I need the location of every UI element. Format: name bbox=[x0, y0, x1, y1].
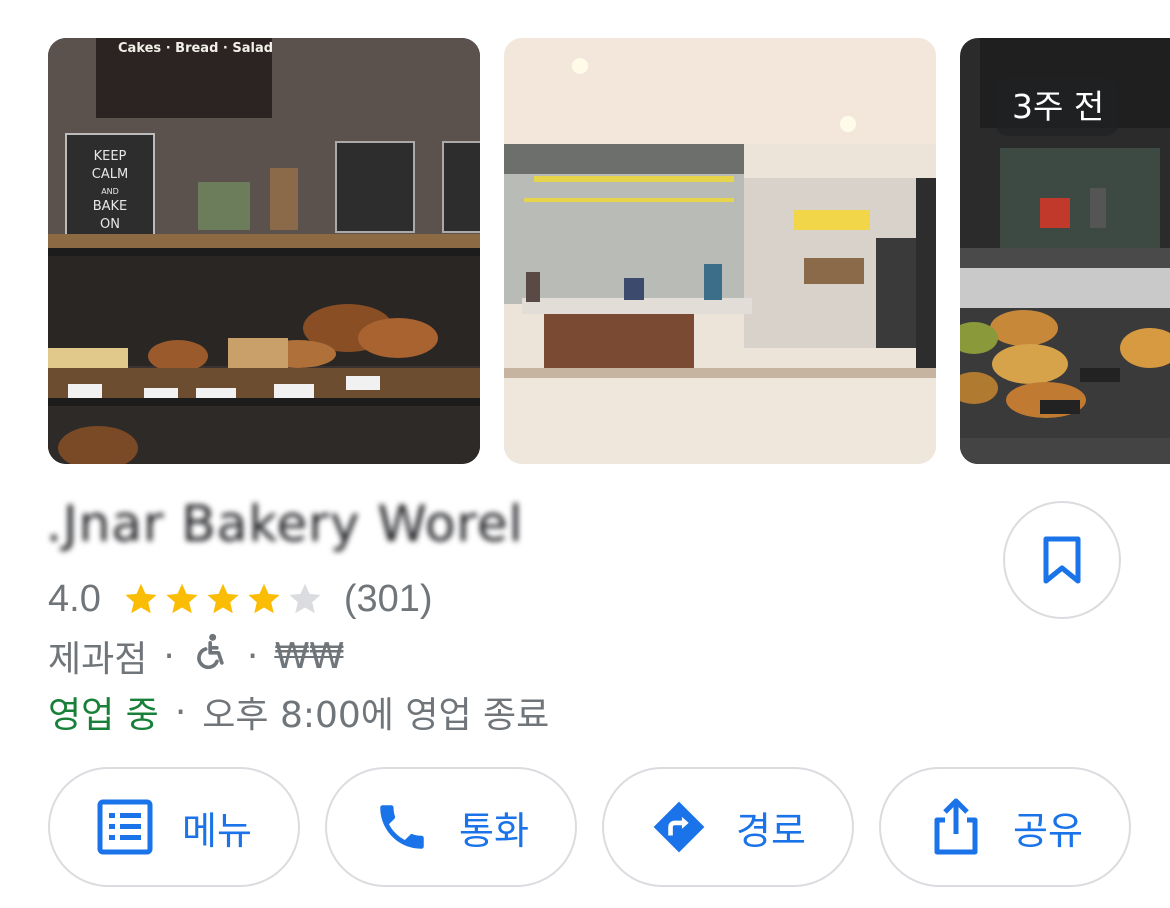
separator-dot: · bbox=[163, 635, 175, 677]
save-button[interactable] bbox=[1003, 501, 1121, 619]
cafe-interior-photo[interactable] bbox=[504, 38, 936, 464]
menu-button[interactable]: 메뉴 bbox=[48, 767, 300, 887]
separator-dot: · bbox=[246, 635, 259, 677]
star-filled-icon bbox=[166, 583, 198, 614]
wheelchair-icon bbox=[191, 632, 231, 681]
info-row: 제과점 · · ₩₩ bbox=[48, 630, 344, 682]
call-button-label: 통화 bbox=[459, 808, 529, 853]
share-button-label: 공유 bbox=[1013, 808, 1083, 853]
svg-text:ON: ON bbox=[100, 217, 120, 232]
place-name: .Jnar Bakery Worel bbox=[46, 495, 524, 553]
place-category: 제과점 bbox=[48, 639, 148, 680]
share-icon bbox=[927, 798, 985, 856]
svg-text:CALM: CALM bbox=[92, 167, 128, 182]
bookmark-icon bbox=[1043, 536, 1081, 584]
star-filled-icon bbox=[248, 583, 280, 614]
action-bar: 메뉴 통화 경로 공유 bbox=[48, 767, 1156, 887]
review-count[interactable]: (301) bbox=[344, 578, 433, 621]
svg-text:AND: AND bbox=[101, 187, 119, 196]
price-level: ₩₩ bbox=[274, 635, 344, 677]
rating-value: 4.0 bbox=[48, 577, 101, 620]
phone-icon bbox=[373, 798, 431, 856]
closing-time: 오후 8:00에 영업 종료 bbox=[202, 695, 550, 736]
bakery-shelf-photo[interactable]: Cakes · Bread · Salad KEEP CALM AND BAKE… bbox=[48, 38, 480, 464]
directions-icon bbox=[650, 798, 708, 856]
menu-list-icon bbox=[96, 798, 154, 856]
directions-button-label: 경로 bbox=[736, 808, 806, 853]
photo-age-badge: 3주 전 bbox=[996, 78, 1119, 136]
star-empty-icon bbox=[289, 583, 321, 614]
rating-row[interactable]: 4.0 (301) bbox=[48, 574, 433, 624]
star-filled-icon bbox=[207, 583, 239, 614]
pastry-counter-photo[interactable]: 3주 전 bbox=[960, 38, 1170, 464]
svg-text:KEEP: KEEP bbox=[94, 149, 127, 164]
svg-text:BAKE: BAKE bbox=[93, 199, 128, 214]
separator-dot: · bbox=[174, 691, 187, 733]
call-button[interactable]: 통화 bbox=[325, 767, 577, 887]
directions-button[interactable]: 경로 bbox=[602, 767, 854, 887]
open-status: 영업 중 bbox=[48, 695, 159, 736]
svg-text:Cakes · Bread · Salad: Cakes · Bread · Salad bbox=[118, 41, 273, 56]
menu-button-label: 메뉴 bbox=[182, 808, 252, 853]
cafe-interior-image bbox=[504, 38, 936, 464]
bakery-shelf-image: Cakes · Bread · Salad KEEP CALM AND BAKE… bbox=[48, 38, 480, 464]
hours-row[interactable]: 영업 중 · 오후 8:00에 영업 종료 bbox=[48, 686, 549, 738]
star-filled-icon bbox=[125, 583, 157, 614]
share-button[interactable]: 공유 bbox=[879, 767, 1131, 887]
star-rating bbox=[123, 581, 328, 617]
